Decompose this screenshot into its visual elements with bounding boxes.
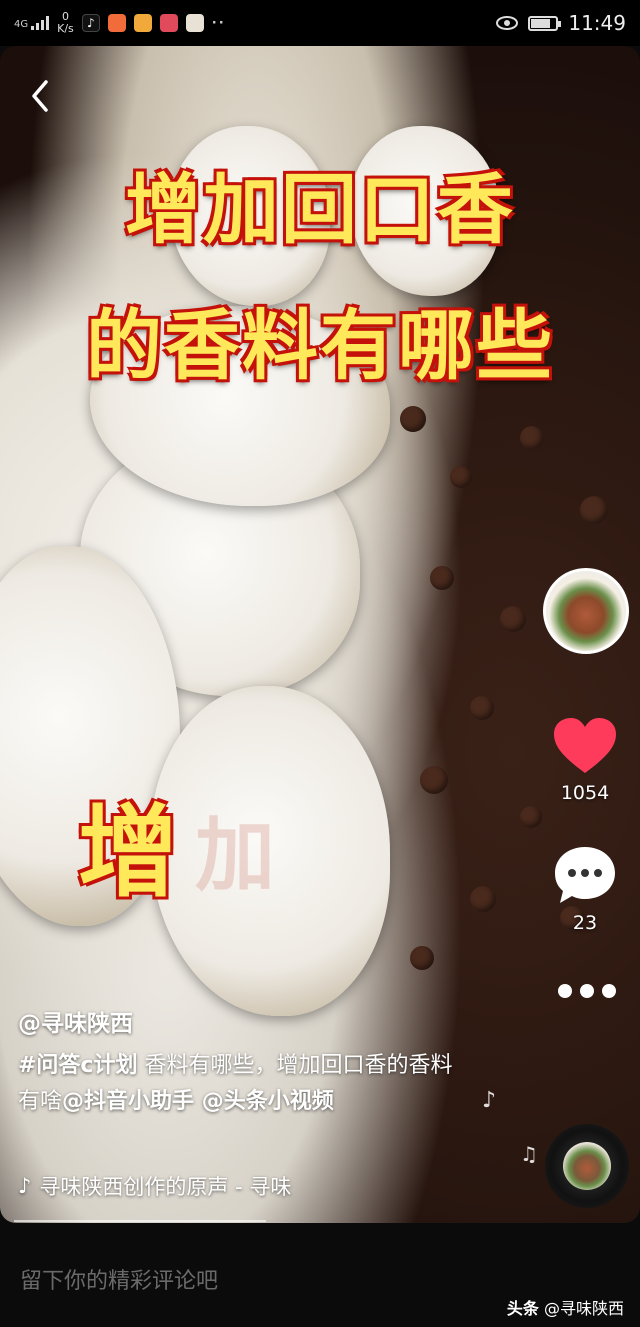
battery-icon <box>528 15 562 31</box>
video-title-line-2: 的香料有哪些 <box>86 301 554 390</box>
more-options-button[interactable] <box>552 976 622 1006</box>
author-name[interactable]: @寻味陕西 <box>18 1004 133 1038</box>
signal-icon <box>31 16 50 30</box>
speed-unit: K/s <box>57 22 74 35</box>
video-progress-bar[interactable] <box>14 1220 266 1222</box>
floating-note-icon: ♪ <box>482 1088 497 1113</box>
maps-app-icon <box>185 14 204 32</box>
music-disc-cover <box>563 1142 611 1190</box>
signal-indicator: 4G <box>14 16 50 30</box>
tiktok-app-icon: ♪ <box>81 14 100 32</box>
video-overlay-text: 增 <box>78 793 178 911</box>
video-title-line-1: 增加回口香 <box>125 165 515 254</box>
post-description: #问答c计划 香料有哪些，增加回口香的香料有啥@抖音小助手 @头条小视频 <box>18 1048 468 1120</box>
source-watermark: 头条 @寻味陕西 <box>507 1295 624 1319</box>
music-disc[interactable] <box>545 1124 629 1208</box>
comment-bubble-icon <box>555 847 615 903</box>
comment-button[interactable]: 23 <box>540 844 630 934</box>
mention-link[interactable]: @头条小视频 <box>194 1089 334 1114</box>
comment-count: 23 <box>572 912 598 934</box>
back-arrow-icon[interactable] <box>26 76 56 116</box>
comment-input[interactable]: 留下你的精彩评论吧 <box>20 1263 218 1295</box>
like-button[interactable]: 1054 <box>540 716 630 804</box>
music-title: 寻味陕西创作的原声 - 寻味 <box>39 1175 292 1199</box>
floating-note-icon: ♫ <box>520 1142 538 1166</box>
clock: 11:49 <box>568 11 626 35</box>
reader-app-icon <box>159 14 178 32</box>
music-info[interactable]: ♪ 寻味陕西创作的原声 - 寻味 <box>18 1171 291 1201</box>
hashtag-link[interactable]: #问答c计划 <box>18 1053 137 1078</box>
more-notifications-icon: ·· <box>211 15 226 31</box>
shield-app-icon <box>133 14 152 32</box>
video-player[interactable]: 增加回口香 的香料有哪些 加 增 1054 23 @寻味陕西 #问答c计划 香料… <box>0 46 640 1223</box>
watermark-handle: @寻味陕西 <box>538 1299 624 1318</box>
like-count: 1054 <box>560 782 610 804</box>
network-type: 4G <box>14 19 29 30</box>
comment-bar: 留下你的精彩评论吧 头条 @寻味陕西 <box>0 1223 640 1327</box>
video-app-icon <box>107 14 126 32</box>
watermark-brand: 头条 <box>506 1299 539 1318</box>
mention-link[interactable]: @抖音小助手 <box>62 1089 194 1114</box>
video-overlay-faded-text: 加 <box>195 808 275 902</box>
eye-icon <box>496 16 519 30</box>
network-speed: 0 K/s <box>57 11 74 35</box>
music-note-icon: ♪ <box>18 1174 32 1198</box>
status-bar: 4G 0 K/s ♪ ·· 11:49 <box>0 0 640 46</box>
heart-icon <box>554 718 616 773</box>
author-avatar[interactable] <box>543 568 629 654</box>
